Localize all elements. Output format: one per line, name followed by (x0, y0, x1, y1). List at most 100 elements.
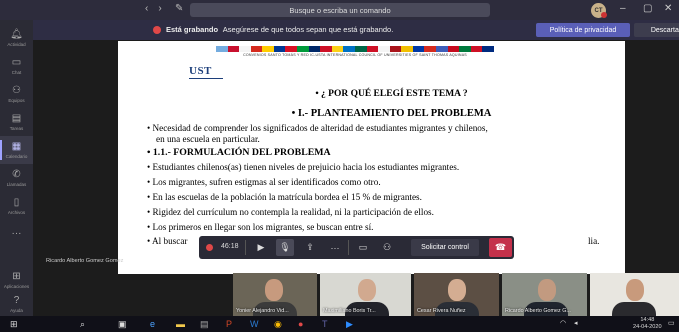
presenter-name: Ricardo Alberto Gomez Gomez (46, 258, 124, 264)
clock-date: 24-04-2020 (633, 324, 662, 330)
request-control-button[interactable]: Solicitar control (411, 239, 479, 256)
slide-bullet: • Al buscar (147, 236, 188, 246)
participant-video (612, 302, 656, 316)
rail-item-teams[interactable]: ⚇ Equipos (0, 80, 33, 108)
volume-icon[interactable]: ◂ (574, 319, 578, 327)
clock-time: 14:48 (640, 317, 655, 323)
notifications-icon[interactable]: ▭ (668, 319, 675, 327)
chat-icon[interactable]: ▭ (354, 239, 372, 256)
bell-icon: 🔔︎ (10, 28, 23, 40)
app-rail: 🔔︎ Actividad ▭ Chat ⚇ Equipos ▤ Tareas ▦… (0, 20, 33, 316)
windows-taskbar: ⊞ ⌕ ▣ e ▬ ▤ P W ◉ ● T ▶ ◠ ◂ 14:48 24-04-… (0, 316, 679, 332)
participant-name: Cesar Rivera Nuñez (417, 308, 466, 314)
slide-bullet: • Los primeros en llegar son los migrant… (147, 222, 374, 232)
calendar-icon: ▦ (11, 140, 22, 152)
close-icon[interactable]: ✕ (664, 3, 672, 14)
more-options-icon: ··· (11, 228, 22, 239)
logo-underline (189, 78, 223, 79)
rail-more[interactable]: ··· (0, 220, 33, 248)
compose-icon[interactable]: ✎ (175, 3, 183, 14)
teams-taskbar-icon[interactable]: T (322, 319, 328, 329)
rail-item-label: Calendario (5, 153, 28, 159)
zoom-icon[interactable]: ▶ (346, 319, 353, 330)
hang-up-icon[interactable]: ☎ (489, 238, 512, 257)
participant-name: Ricardo Alberto Gomez G... (505, 308, 571, 314)
chat-icon: ▭ (11, 56, 22, 68)
phone-icon: ✆ (12, 168, 21, 180)
windows-start-icon[interactable]: ⊞ (10, 319, 18, 330)
participant-tile[interactable]: Yonier Alejandro Vid... (233, 273, 317, 316)
share-screen-icon[interactable]: ⇪ (301, 239, 319, 256)
banner-message: Asegúrese de que todos sepan que está gr… (222, 25, 394, 34)
nav-arrows: ‹ › (145, 3, 162, 14)
slide-question: • ¿ POR QUÉ ELEGÍ ESTE TEMA ? (315, 89, 468, 99)
rail-item-assignments[interactable]: ▤ Tareas (0, 108, 33, 136)
rail-item-label: Llamadas (6, 181, 27, 187)
dismiss-button[interactable]: Descartar (634, 23, 679, 37)
slide-bullet: • Los migrantes, sufren estigmas al ser … (147, 177, 381, 187)
assignments-icon: ▤ (11, 112, 22, 124)
rail-item-label: Equipos (8, 97, 25, 103)
call-timer: 46:18 (221, 243, 239, 250)
help-icon: ? (13, 294, 20, 306)
title-bar: ‹ › ✎ Busque o escriba un comando CT – ▢… (0, 0, 679, 20)
word-icon[interactable]: W (250, 319, 259, 329)
chrome-icon[interactable]: ◉ (274, 319, 282, 330)
participant-tile[interactable]: Cesar Rivera Nuñez (414, 273, 499, 316)
maximize-icon[interactable]: ▢ (643, 3, 652, 14)
slide-bullet: • Rigidez del currículum no contempla la… (147, 207, 434, 217)
edge-icon[interactable]: e (150, 319, 155, 329)
participants-icon[interactable]: ⚇ (378, 239, 396, 256)
participant-video (358, 279, 376, 301)
folder-icon[interactable]: ▬ (176, 319, 185, 329)
participant-tile[interactable]: Maximiliano Boris Tr... (320, 273, 411, 316)
powerpoint-icon[interactable]: P (226, 319, 232, 329)
divider (245, 240, 246, 255)
network-icon[interactable]: ◠ (560, 319, 566, 327)
files-icon: ▯ (13, 196, 20, 208)
task-view-icon[interactable]: ▣ (118, 319, 127, 330)
participant-tile[interactable] (590, 273, 679, 316)
status-dot (601, 12, 607, 18)
rail-item-calendar[interactable]: ▦ Calendario (0, 136, 33, 164)
participant-video (448, 279, 466, 301)
slide-subsection-title: • 1.1.- FORMULACIÓN DEL PROBLEMA (147, 147, 331, 158)
rail-item-chat[interactable]: ▭ Chat (0, 52, 33, 80)
flags-strip (216, 46, 494, 52)
ust-logo: UST (189, 65, 212, 77)
search-icon[interactable]: ⌕ (80, 319, 85, 330)
rail-item-label: Actividad (7, 41, 26, 47)
search-input[interactable]: Busque o escriba un comando (190, 3, 490, 17)
participant-video (538, 279, 556, 301)
recording-indicator-icon (206, 244, 213, 251)
slide-bullet-cont: en una escuela en particular. (156, 134, 260, 144)
teams-window: ‹ › ✎ Busque o escriba un comando CT – ▢… (0, 0, 679, 332)
camera-icon[interactable]: ▶ (252, 239, 270, 256)
privacy-policy-button[interactable]: Política de privacidad (536, 23, 630, 37)
rail-item-files[interactable]: ▯ Archivos (0, 192, 33, 220)
participant-name: Yonier Alejandro Vid... (236, 308, 289, 314)
more-actions-icon[interactable]: ··· (326, 239, 344, 256)
rail-item-label: Chat (11, 69, 22, 75)
rail-item-calls[interactable]: ✆ Llamadas (0, 164, 33, 192)
rail-item-activity[interactable]: 🔔︎ Actividad (0, 24, 33, 52)
forward-arrow-icon[interactable]: › (158, 3, 161, 14)
rail-item-label: Aplicaciones (3, 283, 30, 289)
banner-title: Está grabando (166, 25, 219, 34)
participant-video (265, 279, 283, 301)
slide-section-title: • I.- PLANTEAMIENTO DEL PROBLEMA (291, 108, 492, 119)
mic-muted-icon[interactable]: 🎙︎ (276, 239, 294, 256)
store-icon[interactable]: ▤ (200, 319, 209, 330)
slide-bullet-tail: lia. (588, 236, 600, 246)
rail-item-help[interactable]: ? Ayuda (0, 290, 33, 318)
rail-item-label: Ayuda (10, 307, 23, 313)
clock[interactable]: 14:48 24-04-2020 (633, 317, 662, 331)
apps-icon: ⊞ (12, 270, 21, 282)
participant-video (626, 279, 644, 301)
back-arrow-icon[interactable]: ‹ (145, 3, 148, 14)
app-icon[interactable]: ● (298, 319, 303, 329)
minimize-icon[interactable]: – (620, 3, 626, 14)
recording-banner: Está grabando Asegúrese de que todos sep… (33, 20, 679, 40)
call-controls: 46:18 ▶ 🎙︎ ⇪ ··· ▭ ⚇ Solicitar control ☎ (199, 236, 514, 259)
participant-tile[interactable]: Ricardo Alberto Gomez G... (502, 273, 587, 316)
